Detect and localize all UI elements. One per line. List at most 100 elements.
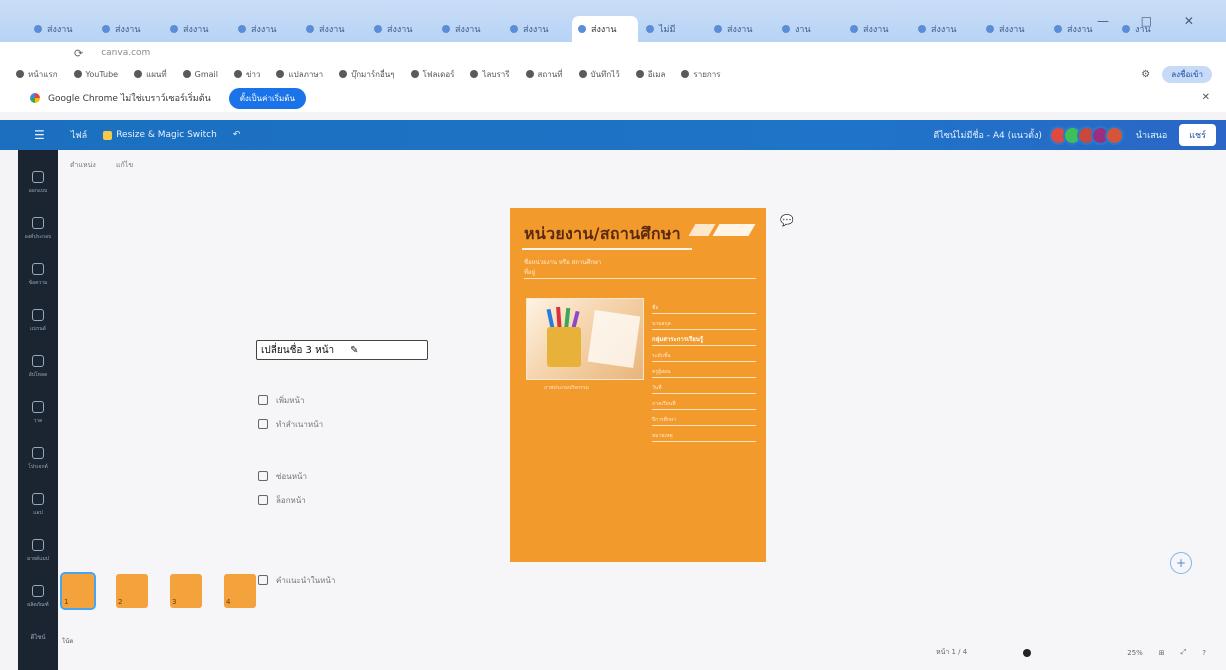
extensions-icon[interactable]: ⚙	[1141, 69, 1150, 80]
lock-page-action[interactable]: ล็อกหน้า	[258, 488, 496, 512]
window-controls[interactable]: — □ ✕	[1097, 14, 1208, 28]
browser-tab[interactable]: ส่งงาน	[96, 16, 162, 42]
bookmark-item[interactable]: แผนที่	[134, 68, 167, 81]
close-icon[interactable]: ✕	[1202, 92, 1210, 103]
resize-button[interactable]: Resize & Magic Switch	[103, 130, 217, 140]
undo-icon[interactable]: ↶	[233, 130, 241, 140]
page-subtitle[interactable]: ชื่อหน่วยงาน หรือ สถานศึกษา ที่อยู่	[524, 258, 756, 279]
rail-item[interactable]: โปรเจกต์	[20, 436, 56, 482]
zoom-slider-handle[interactable]	[1023, 648, 1032, 657]
avatar[interactable]	[1104, 125, 1124, 145]
browser-tab[interactable]: ส่งงาน	[436, 16, 502, 42]
present-button[interactable]: นำเสนอ	[1136, 128, 1167, 142]
file-menu[interactable]: ไฟล์	[71, 128, 87, 142]
bookmark-item[interactable]: แปลภาษา	[276, 68, 323, 81]
menu-icon[interactable]: ☰	[34, 128, 45, 142]
tab-title: ส่งงาน	[455, 25, 481, 35]
detail-line[interactable]: ปีการศึกษา	[652, 410, 756, 426]
rail-item[interactable]: มายด์แมป	[20, 528, 56, 574]
rail-item[interactable]: ผลิตภัณฑ์	[20, 574, 56, 620]
edit-button[interactable]: แก้ไข	[116, 161, 133, 169]
bookmarks-bar: หน้าแรก YouTube แผนที่ Gmail ข่าว แปลภาษา บุ๊ก…	[0, 64, 1226, 84]
share-button[interactable]: แชร์	[1179, 124, 1216, 146]
page-counter[interactable]: หน้า 1 / 4	[936, 647, 967, 658]
help-icon[interactable]: ?	[1202, 649, 1206, 657]
address-bar[interactable]: ⟳ canva.com	[0, 42, 1226, 64]
browser-tab[interactable]: ส่งงาน	[708, 16, 774, 42]
browser-tab[interactable]: ส่งงาน	[844, 16, 910, 42]
page-thumbnail[interactable]: 1	[60, 572, 96, 610]
browser-tab[interactable]: ส่งงาน	[912, 16, 978, 42]
bookmark-item[interactable]: ข่าว	[234, 68, 260, 81]
detail-text: ระดับชั้น	[652, 353, 671, 359]
magic-add-button[interactable]: +	[1170, 552, 1192, 574]
set-default-button[interactable]: ตั้งเป็นค่าเริ่มต้น	[228, 87, 306, 109]
rail-item[interactable]: อัปโหลด	[20, 344, 56, 390]
signin-button[interactable]: ลงชื่อเข้า	[1162, 66, 1212, 83]
add-page-action[interactable]: เพิ่มหน้า	[258, 388, 496, 412]
detail-line[interactable]: ระดับชั้น	[652, 346, 756, 362]
browser-tab[interactable]: ส่งงาน	[232, 16, 298, 42]
bookmark-item[interactable]: บันทึกไว้	[578, 68, 620, 81]
rail-item[interactable]: แบรนด์	[20, 298, 56, 344]
hide-page-action[interactable]: ซ่อนหน้า	[258, 464, 496, 488]
browser-tab[interactable]: ส่งงาน	[28, 16, 94, 42]
design-page[interactable]: หน่วยงาน/สถานศึกษา ชื่อหน่วยงาน หรือ สถา…	[510, 208, 766, 562]
browser-tab[interactable]: ส่งงาน	[504, 16, 570, 42]
grid-icon[interactable]: ⊞	[1159, 649, 1165, 657]
page-title-field[interactable]: เปลี่ยนชื่อ 3 หน้า ✎	[256, 340, 428, 360]
detail-line[interactable]: วันที่	[652, 378, 756, 394]
notes-button[interactable]: โน้ต	[62, 636, 73, 646]
bookmark-item[interactable]: YouTube	[73, 70, 118, 79]
comment-icon[interactable]: 💬	[780, 214, 794, 227]
detail-line[interactable]: ครูผู้สอน	[652, 362, 756, 378]
pencil-icon[interactable]: ✎	[350, 345, 358, 356]
browser-tab[interactable]: ส่งงาน	[300, 16, 366, 42]
page-heading[interactable]: หน่วยงาน/สถานศึกษา	[524, 222, 681, 247]
detail-line[interactable]: นามสกุล	[652, 314, 756, 330]
fullscreen-icon[interactable]: ⤢	[1181, 648, 1187, 657]
page-thumbnail[interactable]: 3	[170, 574, 202, 608]
zoom-level[interactable]: 25%	[1127, 649, 1143, 657]
rail-tool-icon	[32, 401, 44, 413]
bookmark-item[interactable]: บุ๊กมาร์กอื่นๆ	[339, 68, 395, 81]
bookmark-item[interactable]: อีเมล	[635, 68, 665, 81]
position-button[interactable]: ตำแหน่ง	[70, 161, 96, 169]
rail-item[interactable]: วาด	[20, 390, 56, 436]
collaborator-avatars[interactable]	[1048, 125, 1124, 145]
duplicate-page-action[interactable]: ทำสำเนาหน้า	[258, 412, 496, 436]
bookmark-item[interactable]: โฟลเดอร์	[410, 68, 454, 81]
rail-item[interactable]: องค์ประกอบ	[20, 206, 56, 252]
browser-tab[interactable]: ส่งงาน	[368, 16, 434, 42]
bookmark-item[interactable]: Gmail	[182, 70, 218, 79]
detail-line[interactable]: ภาคเรียนที่	[652, 394, 756, 410]
rail-bottom-label[interactable]: ดีไซน์	[30, 632, 45, 642]
page-thumbnail[interactable]: 2	[116, 574, 148, 608]
page-tips-action[interactable]: คำแนะนำในหน้า	[258, 568, 496, 592]
pencil-cup-photo[interactable]	[526, 298, 644, 380]
browser-tab[interactable]: ส่งงาน	[980, 16, 1046, 42]
rail-item[interactable]: ออกแบบ	[20, 160, 56, 206]
rail-item[interactable]: แอป	[20, 482, 56, 528]
browser-tab[interactable]: งาน	[776, 16, 842, 42]
bookmark-item[interactable]: หน้าแรก	[16, 68, 58, 81]
status-bar: หน้า 1 / 4 25% ⊞ ⤢ ?	[936, 647, 1206, 658]
bookmark-label: บุ๊กมาร์กอื่นๆ	[351, 69, 395, 79]
design-title[interactable]: ดีไซน์ไม่มีชื่อ - A4 (แนวตั้ง)	[933, 128, 1042, 142]
browser-tab[interactable]: ส่งงาน	[572, 16, 638, 42]
detail-line[interactable]: หมายเหตุ	[652, 426, 756, 442]
bookmark-item[interactable]: ไลบรารี	[470, 68, 510, 81]
detail-text: หมายเหตุ	[652, 433, 673, 439]
detail-line[interactable]: ชื่อ	[652, 298, 756, 314]
browser-tab[interactable]: ส่งงาน	[164, 16, 230, 42]
photo-caption[interactable]: ภาพประกอบกิจกรรม	[544, 384, 589, 392]
detail-line[interactable]: กลุ่มสาระการเรียนรู้	[652, 330, 756, 346]
rail-item-label: ข้อความ	[28, 280, 48, 286]
browser-tab[interactable]: ไม่มี	[640, 16, 706, 42]
page-thumbnail[interactable]: 4	[224, 574, 256, 608]
rail-item[interactable]: ข้อความ	[20, 252, 56, 298]
reload-icon[interactable]: ⟳	[74, 47, 83, 60]
bookmark-item[interactable]: สถานที่	[525, 68, 563, 81]
bookmark-item[interactable]: รายการ	[681, 68, 721, 81]
thumbnail-number: 4	[226, 598, 231, 606]
